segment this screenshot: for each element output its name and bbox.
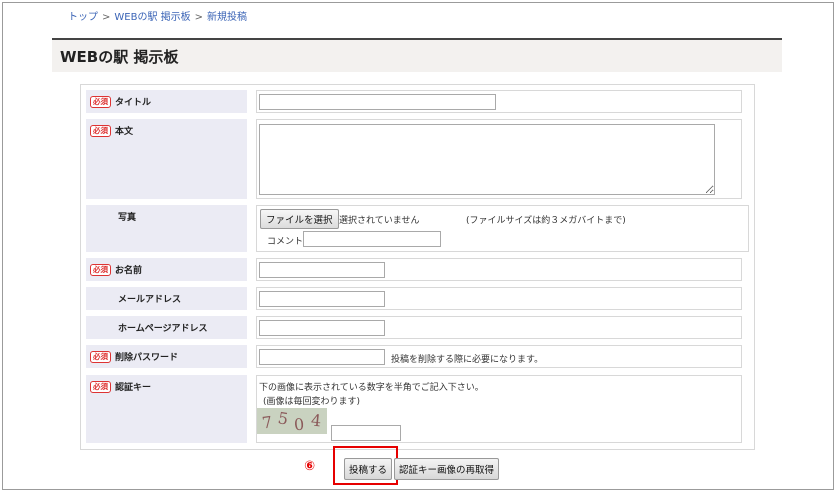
captcha-digit: 4 bbox=[310, 410, 323, 431]
reload-captcha-button[interactable]: 認証キー画像の再取得 bbox=[394, 458, 500, 480]
auth-key-sub-instruction: (画像は毎回変わります) bbox=[263, 397, 361, 407]
name-value-cell bbox=[256, 258, 742, 281]
email-label-cell: メールアドレス bbox=[86, 287, 247, 310]
homepage-label: ホームページアドレス bbox=[118, 324, 208, 334]
auth-key-label: 認証キー bbox=[115, 383, 152, 393]
captcha-digit: 0 bbox=[293, 414, 305, 434]
auth-key-instruction: 下の画像に表示されている数字を半角でご記入下さい。 bbox=[259, 383, 484, 393]
name-label-cell: 必須 お名前 bbox=[86, 258, 247, 281]
auth-key-value-cell: 下の画像に表示されている数字を半角でご記入下さい。 (画像は毎回変わります) bbox=[256, 375, 742, 443]
title-value-cell bbox=[256, 90, 742, 113]
delete-password-input[interactable] bbox=[259, 349, 385, 365]
body-value-cell bbox=[256, 119, 742, 199]
title-label: タイトル bbox=[115, 98, 152, 108]
email-input[interactable] bbox=[259, 291, 385, 307]
email-label: メールアドレス bbox=[118, 295, 182, 305]
page-header: WEBの駅 掲示板 bbox=[52, 38, 782, 72]
delete-password-label-cell: 必須 削除パスワード bbox=[86, 345, 247, 368]
homepage-value-cell bbox=[256, 316, 742, 339]
breadcrumb: トップ > WEBの駅 掲示板 > 新規投稿 bbox=[68, 8, 247, 23]
delete-password-note: 投稿を削除する際に必要になります。 bbox=[391, 355, 544, 365]
captcha-image: 7 5 0 4 bbox=[257, 408, 327, 434]
breadcrumb-separator: > bbox=[194, 12, 204, 23]
file-select-button[interactable]: ファイルを選択 bbox=[260, 209, 339, 229]
required-badge: 必須 bbox=[90, 95, 111, 108]
file-size-note: (ファイルサイズは約３メガバイトまで) bbox=[466, 216, 626, 226]
photo-label-cell: 写真 bbox=[86, 205, 247, 252]
body-label-cell: 必須 本文 bbox=[86, 119, 247, 199]
breadcrumb-link-board[interactable]: WEBの駅 掲示板 bbox=[114, 12, 190, 23]
title-label-cell: 必須 タイトル bbox=[86, 90, 247, 113]
email-value-cell bbox=[256, 287, 742, 310]
page-title: WEBの駅 掲示板 bbox=[60, 48, 179, 66]
delete-password-value-cell: 投稿を削除する際に必要になります。 bbox=[256, 345, 742, 368]
photo-label: 写真 bbox=[118, 213, 137, 223]
step-marker: ⑥ bbox=[304, 459, 316, 474]
auth-key-input[interactable] bbox=[331, 425, 401, 441]
captcha-digit: 7 bbox=[260, 412, 274, 433]
photo-value-cell: ファイルを選択 選択されていません (ファイルサイズは約３メガバイトまで) コメ… bbox=[256, 205, 749, 252]
body-textarea[interactable] bbox=[259, 124, 715, 195]
comment-input[interactable] bbox=[303, 231, 441, 247]
captcha-digit: 5 bbox=[276, 408, 290, 429]
required-badge: 必須 bbox=[90, 350, 111, 363]
required-badge: 必須 bbox=[90, 124, 111, 137]
name-input[interactable] bbox=[259, 262, 385, 278]
breadcrumb-separator: > bbox=[102, 12, 111, 23]
submit-button[interactable]: 投稿する bbox=[344, 458, 393, 480]
delete-password-label: 削除パスワード bbox=[115, 353, 179, 363]
title-input[interactable] bbox=[259, 94, 496, 110]
breadcrumb-link-top[interactable]: トップ bbox=[68, 12, 98, 23]
name-label: お名前 bbox=[115, 266, 143, 276]
auth-key-label-cell: 必須 認証キー bbox=[86, 375, 247, 443]
required-badge: 必須 bbox=[90, 263, 111, 276]
breadcrumb-current: 新規投稿 bbox=[207, 12, 248, 23]
required-badge: 必須 bbox=[90, 380, 111, 393]
homepage-input[interactable] bbox=[259, 320, 385, 336]
body-label: 本文 bbox=[115, 127, 134, 137]
file-status: 選択されていません bbox=[339, 216, 420, 226]
homepage-label-cell: ホームページアドレス bbox=[86, 316, 247, 339]
comment-label: コメント bbox=[267, 237, 304, 247]
